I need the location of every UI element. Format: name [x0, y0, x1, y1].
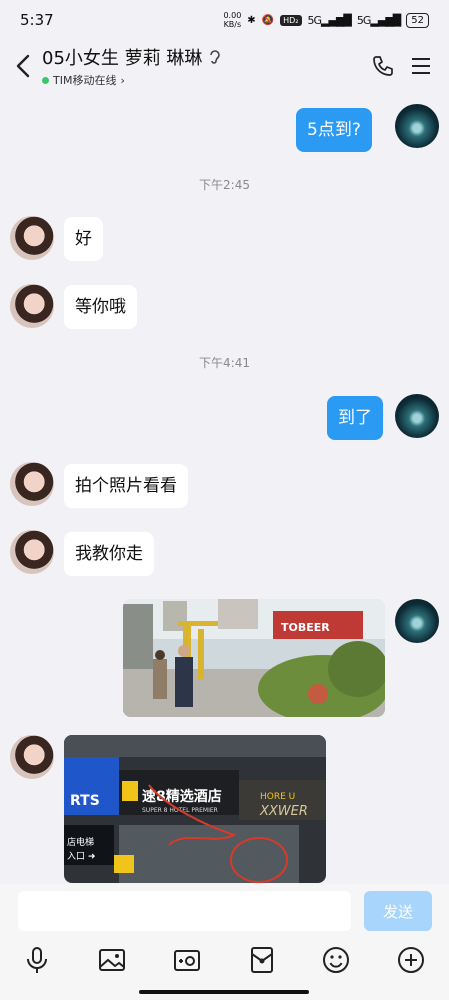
red-packet-button[interactable] [246, 944, 278, 976]
contact-avatar[interactable] [10, 530, 54, 574]
message-input[interactable] [18, 891, 351, 931]
mute-bell-icon: 🔕 [261, 14, 275, 26]
back-button[interactable] [12, 51, 34, 81]
photo2-left-sign3: 入口 ➜ [67, 851, 95, 862]
online-status[interactable]: TIM移动在线 › [42, 72, 361, 88]
message-bubble-outgoing[interactable]: 到了 [327, 396, 383, 440]
message-bubble-incoming[interactable]: 我教你走 [64, 532, 154, 576]
menu-icon [412, 58, 430, 74]
my-avatar[interactable] [395, 104, 439, 148]
chevron-right-icon: › [120, 73, 125, 87]
ear-icon [210, 50, 221, 64]
status-time: 5:37 [20, 11, 54, 29]
input-toolbar [0, 944, 449, 976]
photo2-left-sign: RTS [70, 793, 100, 809]
plus-circle-icon [398, 947, 424, 973]
more-button[interactable] [395, 944, 427, 976]
image-button[interactable] [96, 944, 128, 976]
street-photo-image: TOBEER [123, 599, 385, 717]
emoji-icon [323, 947, 349, 973]
phone-icon [373, 56, 393, 76]
timestamp: 下午2:45 [199, 178, 250, 192]
signal-icon-2: 5G▂▄▆█ [356, 13, 401, 27]
photo1-sign-text: TOBEER [281, 621, 330, 634]
hd-icon: HD₂ [280, 14, 302, 26]
message-bubble-incoming[interactable]: 好 [64, 217, 103, 261]
home-indicator[interactable] [139, 990, 309, 994]
photo-message-hotel[interactable]: RTS 店电梯 入口 ➜ 速8精选酒店 SUPER 8 HOTEL PREMIE… [64, 735, 326, 883]
photo-message-street[interactable]: TOBEER [123, 599, 385, 717]
voice-button[interactable] [21, 944, 53, 976]
hotel-photo-image: RTS 店电梯 入口 ➜ 速8精选酒店 SUPER 8 HOTEL PREMIE… [64, 735, 326, 883]
image-icon [99, 949, 125, 971]
contact-avatar[interactable] [10, 462, 54, 506]
photo2-right-sign2: XXWER [259, 804, 308, 819]
send-button[interactable]: 发送 [364, 891, 432, 931]
chat-header: 05小女生 萝莉 琳琳 TIM移动在线 › [0, 40, 449, 92]
net-speed: 0.00 KB/s [223, 11, 242, 29]
camera-icon [174, 950, 200, 971]
chat-title-area[interactable]: 05小女生 萝莉 琳琳 TIM移动在线 › [42, 44, 361, 88]
menu-button[interactable] [405, 50, 437, 82]
message-bubble-incoming[interactable]: 等你哦 [64, 285, 137, 329]
my-avatar[interactable] [395, 394, 439, 438]
my-avatar[interactable] [395, 599, 439, 643]
camera-button[interactable] [171, 944, 203, 976]
contact-avatar[interactable] [10, 284, 54, 328]
contact-avatar[interactable] [10, 735, 54, 779]
chat-title: 05小女生 萝莉 琳琳 [42, 44, 361, 70]
red-packet-icon [251, 947, 273, 973]
status-bar: 5:37 0.00 KB/s ✱ 🔕 HD₂ 5G▂▄▆█ 5G▂▄▆█ 52 [0, 0, 449, 40]
photo2-left-sign2: 店电梯 [67, 836, 94, 848]
battery-icon: 52 [406, 12, 429, 28]
online-dot-icon [42, 76, 49, 84]
back-arrow-icon [16, 54, 30, 78]
input-bar: 发送 [0, 884, 449, 1000]
message-bubble-outgoing[interactable]: 5点到? [296, 108, 372, 152]
chat-messages[interactable]: 5点到? 下午2:45 好 等你哦 下午4:41 到了 拍个照片看看 我教你走 … [0, 92, 449, 884]
phone-call-button[interactable] [367, 50, 399, 82]
signal-icon-1: 5G▂▄▆█ [307, 13, 352, 27]
photo2-right-sign: HORE U [260, 792, 295, 802]
contact-avatar[interactable] [10, 216, 54, 260]
microphone-icon [27, 947, 47, 973]
message-bubble-incoming[interactable]: 拍个照片看看 [64, 464, 188, 508]
emoji-button[interactable] [320, 944, 352, 976]
bluetooth-icon: ✱ [247, 14, 256, 26]
timestamp: 下午4:41 [199, 356, 250, 370]
status-icons: 0.00 KB/s ✱ 🔕 HD₂ 5G▂▄▆█ 5G▂▄▆█ 52 [223, 11, 429, 29]
